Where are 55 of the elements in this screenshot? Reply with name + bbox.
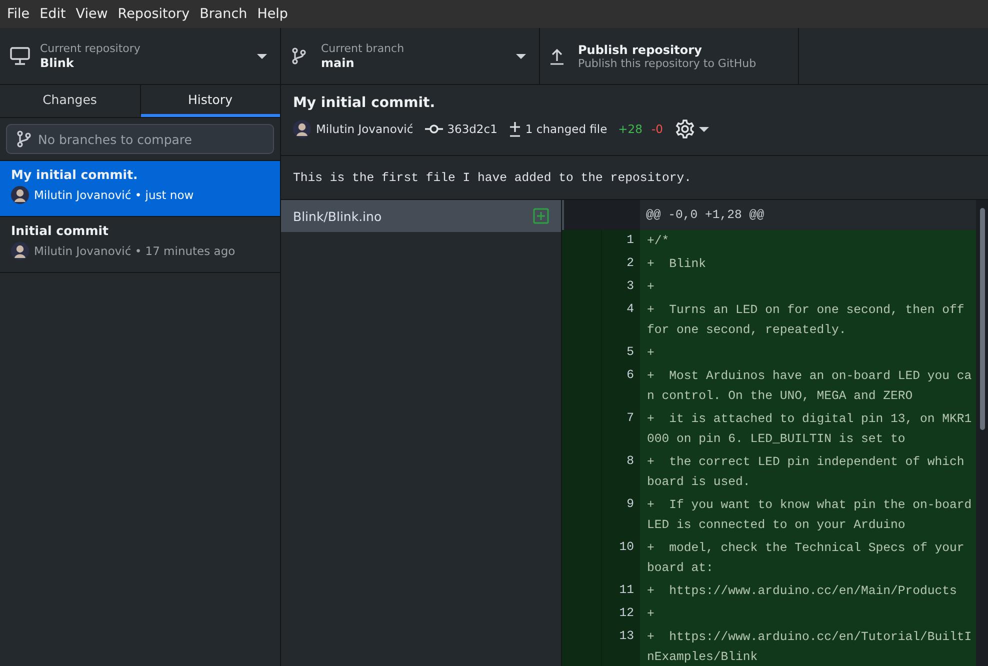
sidebar-tab[interactable]: History bbox=[140, 85, 280, 117]
line-number: 6 bbox=[602, 365, 640, 408]
commit-author: Milutin Jovanović bbox=[316, 122, 414, 136]
publish-repository-button[interactable]: Publish repository Publish this repository to GitHub bbox=[540, 28, 799, 84]
line-number: 7 bbox=[602, 408, 640, 451]
commit-list-item[interactable]: Initial commit Milutin Jovanović • 17 minutes ago bbox=[0, 217, 280, 273]
menu-item[interactable]: Edit bbox=[34, 6, 71, 22]
caret-icon bbox=[698, 126, 710, 132]
commit-author-time: Milutin Jovanović • just now bbox=[34, 188, 194, 202]
monitor-icon bbox=[10, 47, 30, 65]
avatar-icon bbox=[11, 242, 29, 260]
menu-item[interactable]: Help bbox=[252, 6, 293, 22]
commit-title: My initial commit. bbox=[293, 95, 436, 111]
additions-count: +28 bbox=[618, 122, 642, 136]
added-file-icon bbox=[533, 208, 549, 224]
diff-icon bbox=[509, 121, 522, 137]
branch-compare-field[interactable]: No branches to compare bbox=[6, 124, 274, 154]
branch-icon bbox=[16, 130, 32, 148]
line-number: 5 bbox=[602, 342, 640, 365]
changed-file-item[interactable]: Blink/Blink.ino bbox=[281, 200, 561, 232]
sidebar-tab[interactable]: Changes bbox=[0, 85, 140, 117]
commit-sha: 363d2c1 bbox=[447, 122, 498, 136]
menu-item[interactable]: Repository bbox=[112, 6, 195, 22]
menu-item[interactable]: Branch bbox=[194, 6, 252, 22]
line-number: 10 bbox=[602, 537, 640, 580]
upload-icon bbox=[550, 48, 564, 64]
hunk-header: @@ -0,0 +1,28 @@ bbox=[640, 200, 976, 230]
repository-selector[interactable]: Current repository Blink bbox=[0, 28, 281, 84]
line-number: 2 bbox=[602, 253, 640, 276]
branch-selector[interactable]: Current branch main bbox=[281, 28, 540, 84]
avatar-icon bbox=[293, 120, 311, 138]
branch-icon bbox=[291, 47, 307, 65]
line-number: 11 bbox=[602, 580, 640, 603]
menu-item[interactable]: File bbox=[2, 6, 35, 22]
commit-icon bbox=[425, 124, 444, 134]
commit-author-time: Milutin Jovanović • 17 minutes ago bbox=[34, 244, 236, 258]
line-number: 13 bbox=[602, 626, 640, 666]
settings-icon bbox=[674, 119, 695, 139]
diff-settings-button[interactable] bbox=[674, 119, 710, 139]
deletions-count: -0 bbox=[651, 122, 663, 136]
commit-list-item[interactable]: My initial commit. Milutin Jovanović • just now bbox=[0, 161, 280, 217]
menu-item[interactable]: View bbox=[70, 6, 113, 22]
line-number: 4 bbox=[602, 299, 640, 342]
caret-icon bbox=[256, 52, 268, 60]
commit-title: Initial commit bbox=[11, 223, 110, 238]
line-number: 1 bbox=[602, 230, 640, 253]
line-number: 9 bbox=[602, 494, 640, 537]
line-number: 3 bbox=[602, 276, 640, 299]
line-number: 8 bbox=[602, 451, 640, 494]
scrollbar-thumb[interactable] bbox=[980, 208, 984, 430]
line-number: 12 bbox=[602, 603, 640, 626]
avatar-icon bbox=[11, 186, 29, 204]
caret-icon bbox=[515, 52, 527, 60]
commit-title: My initial commit. bbox=[11, 167, 139, 182]
changed-files-count: 1 changed file bbox=[525, 122, 608, 136]
